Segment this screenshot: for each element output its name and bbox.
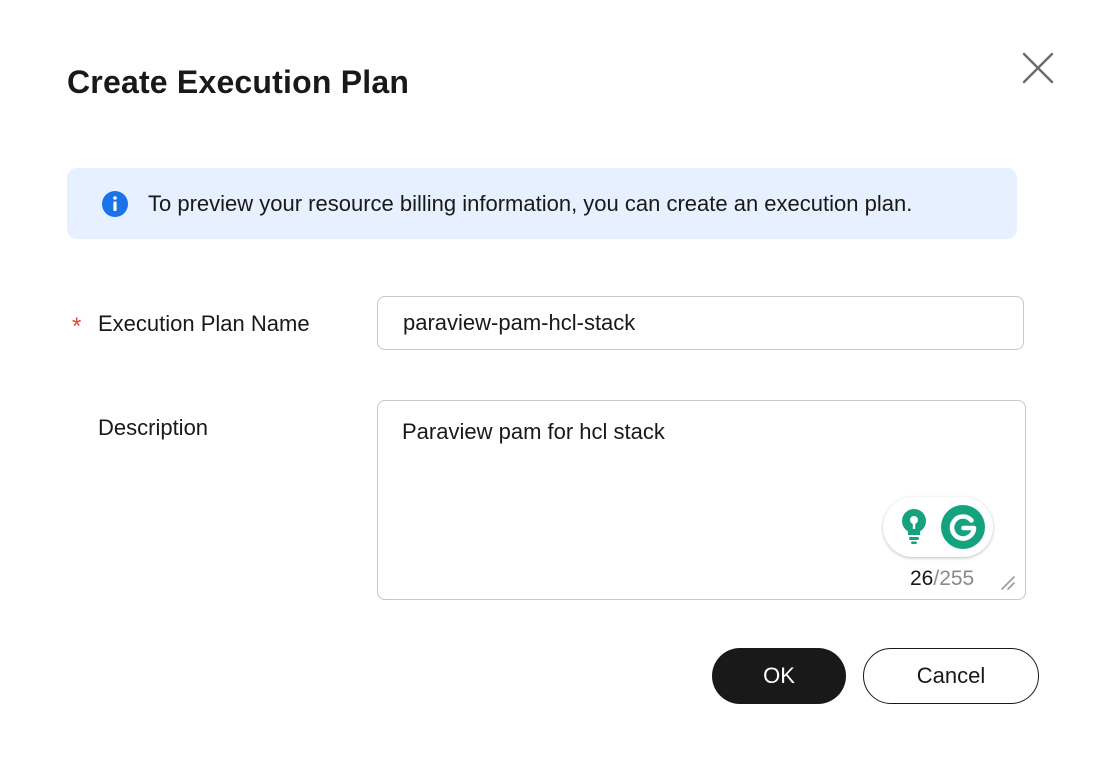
description-field: Paraview pam for hcl stack 26/255 bbox=[377, 400, 1026, 600]
character-counter: 26/255 bbox=[910, 567, 974, 591]
close-button[interactable] bbox=[1018, 48, 1058, 88]
grammarly-widget[interactable] bbox=[883, 497, 993, 557]
alert-text: To preview your resource billing informa… bbox=[148, 190, 913, 216]
lightbulb-icon[interactable] bbox=[898, 507, 930, 547]
resize-handle-icon[interactable] bbox=[998, 573, 1016, 591]
ok-button[interactable]: OK bbox=[712, 648, 846, 704]
create-execution-plan-dialog: Create Execution Plan To preview your re… bbox=[0, 0, 1094, 765]
required-mark: * bbox=[72, 313, 82, 340]
character-limit: /255 bbox=[933, 567, 975, 590]
cancel-button[interactable]: Cancel bbox=[863, 648, 1039, 704]
execution-plan-name-input[interactable] bbox=[377, 296, 1024, 350]
description-label: Description bbox=[98, 415, 209, 440]
close-icon bbox=[1022, 52, 1054, 84]
character-count: 26 bbox=[910, 567, 934, 590]
execution-plan-name-label: Execution Plan Name bbox=[98, 311, 310, 336]
dialog-title: Create Execution Plan bbox=[67, 64, 410, 100]
info-alert: To preview your resource billing informa… bbox=[67, 168, 1017, 239]
grammarly-icon[interactable] bbox=[940, 504, 986, 550]
info-icon bbox=[101, 190, 129, 218]
